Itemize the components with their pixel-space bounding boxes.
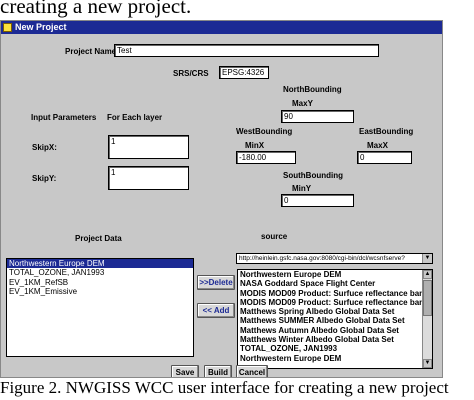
input-parameters-label: Input Parameters xyxy=(31,113,97,122)
project-name-input[interactable]: Test xyxy=(114,44,379,57)
scroll-thumb[interactable] xyxy=(423,280,432,316)
window-title: New Project xyxy=(15,22,67,32)
east-bounding-input[interactable]: 0 xyxy=(357,151,412,164)
list-item[interactable]: TOTAL_OZONE, JAN1993 xyxy=(7,268,193,277)
east-bounding-label: EastBounding xyxy=(359,127,414,136)
skipy-input[interactable]: 1 xyxy=(108,166,189,190)
list-item[interactable]: Northwestern Europe DEM xyxy=(7,259,193,269)
minx-label: MinX xyxy=(245,141,265,150)
delete-button[interactable]: >>Delete xyxy=(197,275,235,290)
list-item[interactable]: Matthews Autumn Albedo Global Data Set xyxy=(238,326,432,335)
maxx-label: MaxX xyxy=(367,141,388,150)
list-item[interactable]: Northwestern Europe DEM xyxy=(238,354,432,363)
list-item[interactable]: Northwestern Europe DEM xyxy=(238,270,432,279)
title-bar[interactable]: New Project xyxy=(1,21,442,34)
project-name-label: Project Name xyxy=(65,47,117,56)
add-button[interactable]: << Add xyxy=(197,303,235,318)
build-button[interactable]: Build xyxy=(204,365,232,377)
java-cup-icon xyxy=(3,23,12,32)
scroll-up-icon[interactable]: ▲ xyxy=(423,270,432,279)
north-bounding-label: NorthBounding xyxy=(283,85,342,94)
list-item[interactable]: Matthews Winter Albedo Global Data Set xyxy=(238,335,432,344)
south-bounding-label: SouthBounding xyxy=(283,171,343,180)
scroll-down-icon[interactable]: ▼ xyxy=(423,359,432,368)
source-label: source xyxy=(261,232,288,241)
list-item[interactable]: MODIS MOD09 Product: Surfuce reflectance… xyxy=(238,298,432,307)
skipx-input[interactable]: 1 xyxy=(108,135,189,159)
list-item[interactable]: TOTAL_OZONE, JAN1993 xyxy=(238,344,432,353)
source-url-text: http://heinlein.gsfc.nasa.gov:8080/cgi-b… xyxy=(239,255,405,262)
bottom-caption: Figure 2. NWGISS WCC user interface for … xyxy=(0,378,449,397)
south-bounding-input[interactable]: 0 xyxy=(281,194,354,207)
list-item[interactable]: MODIS MOD09 Product: Surfuce reflectance… xyxy=(238,289,432,298)
north-bounding-input[interactable]: 90 xyxy=(281,110,354,123)
srs-label: SRS/CRS xyxy=(173,69,209,78)
skipy-label: SkipY: xyxy=(32,174,57,183)
list-item[interactable]: Matthews Spring Albedo Global Data Set xyxy=(238,307,432,316)
source-list[interactable]: Northwestern Europe DEM NASA Goddard Spa… xyxy=(237,269,433,369)
source-url-combo[interactable]: http://heinlein.gsfc.nasa.gov:8080/cgi-b… xyxy=(236,253,433,264)
srs-input[interactable]: EPSG:4326 xyxy=(219,66,269,79)
miny-label: MinY xyxy=(292,184,312,193)
for-each-layer-label: For Each layer xyxy=(107,113,163,122)
chevron-down-icon[interactable]: ▼ xyxy=(422,254,432,263)
new-project-dialog: New Project Project Name Test SRS/CRS EP… xyxy=(0,20,443,378)
west-bounding-label: WestBounding xyxy=(236,127,293,136)
cancel-button[interactable]: Cancel xyxy=(236,365,268,377)
list-item[interactable]: Matthews SUMMER Albedo Global Data Set xyxy=(238,316,432,325)
west-bounding-input[interactable]: -180.00 xyxy=(236,151,296,164)
top-caption: creating a new project. xyxy=(0,0,192,18)
maxy-label: MaxY xyxy=(292,99,313,108)
save-button[interactable]: Save xyxy=(171,365,199,377)
list-item[interactable]: NASA Goddard Space Flight Center xyxy=(238,279,432,288)
list-item[interactable]: EV_1KM_Emissive xyxy=(7,287,193,296)
list-item[interactable]: EV_1KM_RefSB xyxy=(7,278,193,287)
project-data-label: Project Data xyxy=(75,234,122,243)
skipx-label: SkipX: xyxy=(32,143,57,152)
project-data-list[interactable]: Northwestern Europe DEM TOTAL_OZONE, JAN… xyxy=(6,258,194,357)
source-list-scrollbar[interactable]: ▲ ▼ xyxy=(422,270,432,368)
